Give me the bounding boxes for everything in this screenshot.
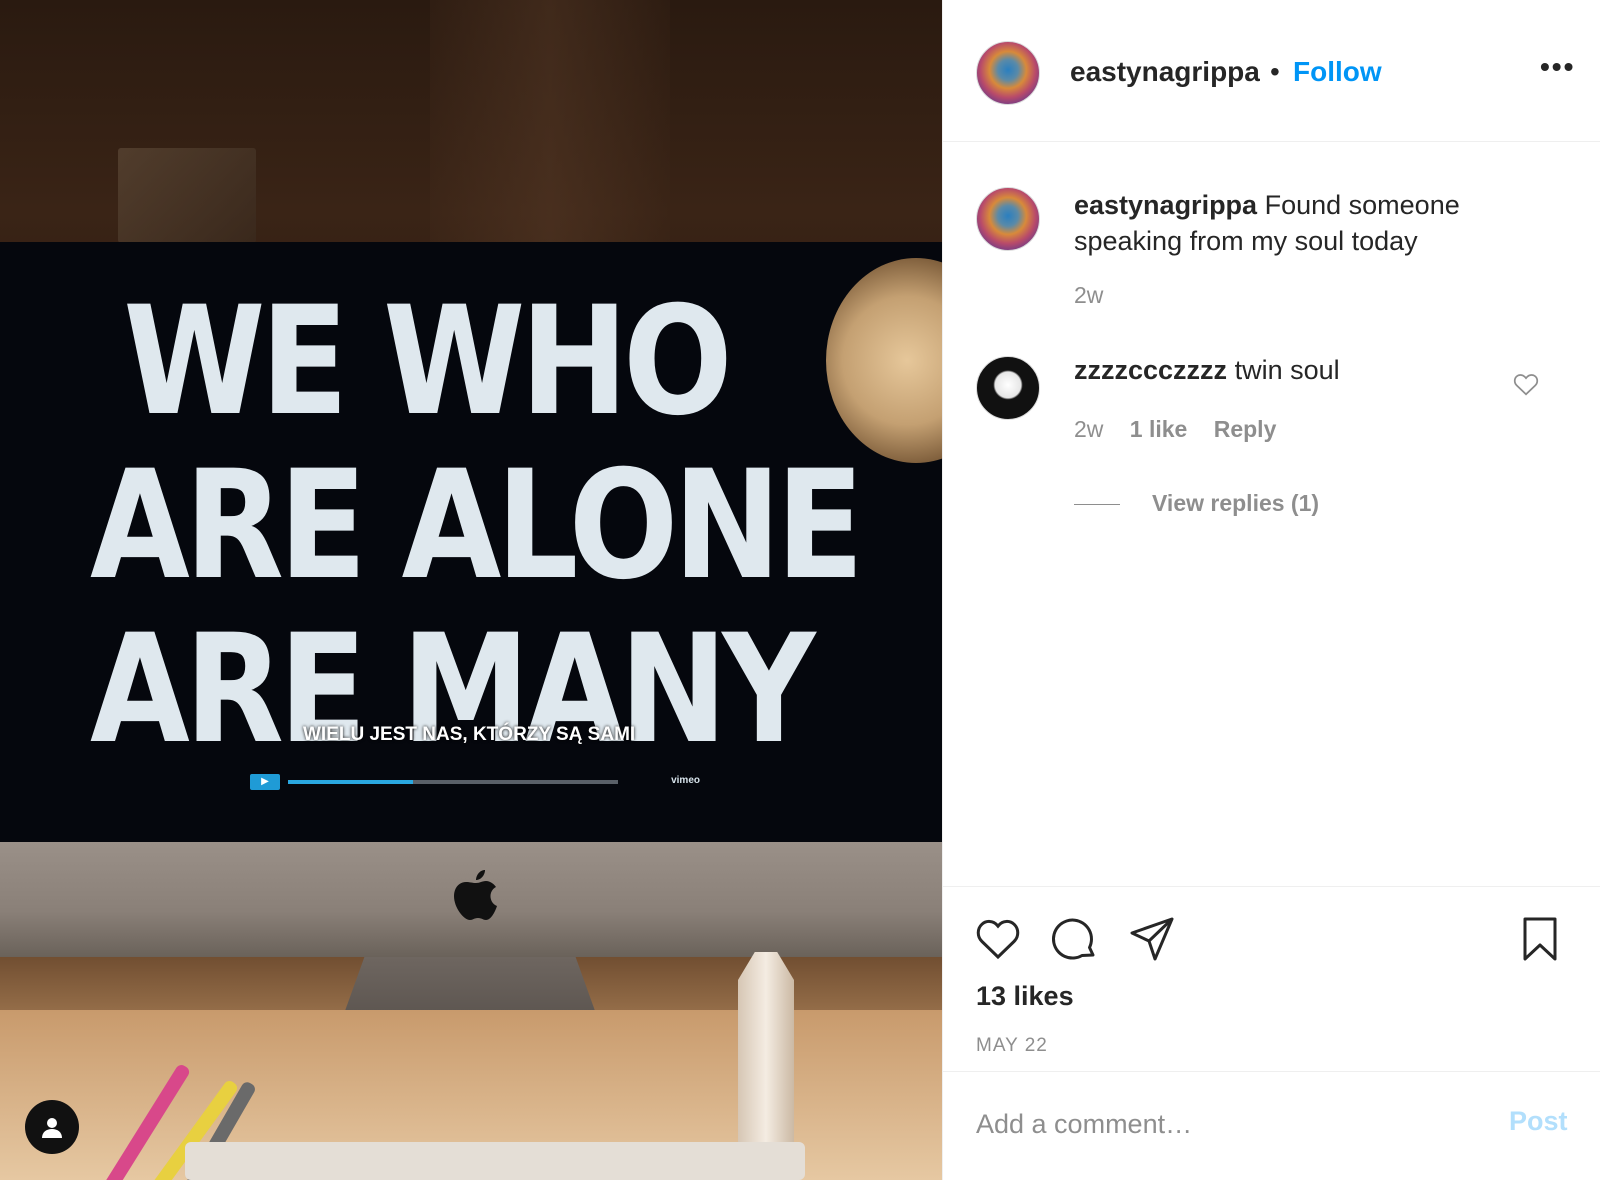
comment-form: Post <box>943 1071 1600 1180</box>
post-comment-button[interactable]: Post <box>1509 1106 1568 1137</box>
commenter-avatar[interactable] <box>976 356 1040 420</box>
post-date[interactable]: MAY 22 <box>976 1035 1048 1057</box>
comment-timestamp[interactable]: 2w <box>1074 416 1103 442</box>
post-actions: 13 likes MAY 22 <box>943 886 1600 1071</box>
comment-meta: 2w 1 like Reply <box>1074 416 1296 443</box>
video-subtitle: WIELU JEST NAS, KTÓRZY SĄ SAMI <box>303 724 636 745</box>
view-replies-button[interactable]: View replies (1) <box>1152 490 1319 517</box>
post-header: eastynagrippa • Follow ••• <box>943 0 1600 142</box>
play-icon: ▶ <box>250 774 280 790</box>
reply-button[interactable]: Reply <box>1214 416 1277 442</box>
replies-divider <box>1074 504 1120 505</box>
comment-like-icon[interactable] <box>1513 372 1539 396</box>
post-photo[interactable]: WE WHO ARE ALONE ARE MANY WIELU JEST NAS… <box>0 0 942 1180</box>
comment-icon[interactable] <box>1051 915 1099 963</box>
video-progress-track <box>288 780 618 784</box>
video-player-bar: ▶ vimeo <box>250 774 700 790</box>
share-icon[interactable] <box>1128 915 1176 963</box>
screen-line-2: ARE ALONE <box>90 439 864 613</box>
apple-logo-icon <box>454 870 497 920</box>
post-side-panel: eastynagrippa • Follow ••• eastynagrippa… <box>942 0 1600 1180</box>
likes-count[interactable]: 13 likes <box>976 981 1074 1012</box>
screen-line-3: ARE MANY <box>90 603 816 777</box>
comment: zzzzccczzzz twin soul <box>1074 355 1340 386</box>
tagged-users-button[interactable] <box>25 1100 79 1154</box>
screen-headline: WE WHO ARE ALONE ARE MANY <box>90 275 864 777</box>
author-avatar[interactable] <box>976 41 1040 105</box>
comment-input[interactable] <box>976 1102 1476 1146</box>
caption-timestamp[interactable]: 2w <box>1074 282 1103 309</box>
video-progress-fill <box>288 780 414 784</box>
bookmark-icon[interactable] <box>1516 915 1564 963</box>
screen-line-1: WE WHO <box>123 275 732 449</box>
comment-body: twin soul <box>1234 355 1340 385</box>
wall-picture <box>118 148 256 243</box>
follow-button[interactable]: Follow <box>1293 56 1382 88</box>
comment-username[interactable]: zzzzccczzzz <box>1074 355 1227 385</box>
caption-username[interactable]: eastynagrippa <box>1074 190 1257 220</box>
caption-author-avatar[interactable] <box>976 187 1040 251</box>
curtain <box>430 0 670 250</box>
header-separator: • <box>1270 56 1280 87</box>
comment-likes[interactable]: 1 like <box>1130 416 1188 442</box>
heart-icon[interactable] <box>974 915 1022 963</box>
author-username[interactable]: eastynagrippa <box>1070 56 1260 88</box>
post-caption: eastynagrippa Found someone speaking fro… <box>1074 187 1544 259</box>
keyboard <box>185 1142 805 1180</box>
user-icon <box>42 1118 62 1138</box>
selenite-crystal <box>738 952 794 1152</box>
more-options-icon[interactable]: ••• <box>1540 53 1573 82</box>
vimeo-logo: vimeo <box>671 775 700 786</box>
